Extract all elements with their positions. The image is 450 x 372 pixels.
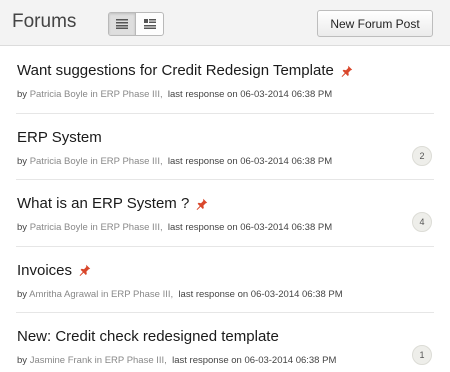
pin-icon bbox=[79, 264, 91, 276]
post-meta: by Amritha Agrawal in ERP Phase III, las… bbox=[17, 288, 343, 300]
forum-post-item[interactable]: ERP System by Patricia Boyle in ERP Phase… bbox=[16, 114, 434, 180]
detail-view-button[interactable] bbox=[136, 13, 163, 35]
post-author[interactable]: Amritha Agrawal bbox=[29, 289, 98, 300]
pin-icon bbox=[196, 198, 208, 210]
post-in: in bbox=[90, 89, 98, 100]
post-project[interactable]: ERP Phase III, bbox=[105, 355, 167, 366]
post-title[interactable]: Invoices bbox=[17, 262, 72, 279]
forum-post-item[interactable]: Invoices by Amritha Agrawal in ERP Phase … bbox=[16, 247, 434, 313]
forum-post-item[interactable]: What is an ERP System ? by Patricia Boyle… bbox=[16, 180, 434, 247]
post-project[interactable]: ERP Phase III, bbox=[100, 156, 162, 167]
post-author[interactable]: Jasmine Frank bbox=[30, 355, 92, 366]
post-title-row[interactable]: ERP System bbox=[17, 129, 102, 146]
detail-view-icon bbox=[143, 19, 156, 29]
new-forum-post-button[interactable]: New Forum Post bbox=[317, 10, 433, 37]
post-author[interactable]: Patricia Boyle bbox=[30, 222, 88, 233]
post-title[interactable]: ERP System bbox=[17, 129, 102, 146]
post-title-row[interactable]: What is an ERP System ? bbox=[17, 195, 208, 212]
post-title-row[interactable]: Want suggestions for Credit Redesign Tem… bbox=[17, 62, 353, 79]
post-last-response: last response on 06-03-2014 06:38 PM bbox=[167, 89, 333, 100]
view-toggle[interactable] bbox=[108, 12, 164, 36]
post-meta: by Jasmine Frank in ERP Phase III, last … bbox=[17, 355, 337, 366]
reply-count-badge: 4 bbox=[412, 212, 432, 232]
post-in: in bbox=[90, 155, 98, 167]
post-last-response: last response on 06-03-2014 06:38 PM bbox=[167, 155, 333, 167]
post-meta: by Patricia Boyle in ERP Phase III, last… bbox=[17, 222, 333, 233]
post-project[interactable]: ERP Phase III, bbox=[100, 89, 162, 100]
post-meta: by Patricia Boyle in ERP Phase III, last… bbox=[17, 155, 333, 167]
post-title[interactable]: New: Credit check redesigned template bbox=[17, 328, 279, 345]
post-title[interactable]: What is an ERP System ? bbox=[17, 195, 189, 212]
forum-post-item[interactable]: Want suggestions for Credit Redesign Tem… bbox=[16, 47, 434, 114]
post-in: in bbox=[100, 288, 109, 300]
post-project[interactable]: ERP Phase III, bbox=[100, 222, 162, 233]
page-title: Forums bbox=[12, 11, 77, 32]
post-in: in bbox=[90, 222, 98, 233]
post-project[interactable]: ERP Phase III, bbox=[111, 289, 173, 300]
reply-count-badge: 2 bbox=[412, 145, 432, 166]
forum-post-item[interactable]: New: Credit check redesigned template by … bbox=[16, 313, 434, 372]
list-view-button[interactable] bbox=[109, 13, 137, 35]
pin-icon bbox=[341, 65, 353, 77]
post-last-response: last response on 06-03-2014 06:38 PM bbox=[172, 355, 337, 366]
post-meta: by Patricia Boyle in ERP Phase III, last… bbox=[17, 89, 333, 100]
list-view-icon bbox=[116, 19, 128, 29]
post-last-response: last response on 06-03-2014 06:38 PM bbox=[178, 288, 343, 300]
reply-count-badge: 1 bbox=[412, 345, 432, 365]
post-in: in bbox=[94, 355, 103, 366]
post-title-row[interactable]: Invoices bbox=[17, 262, 91, 279]
post-title[interactable]: Want suggestions for Credit Redesign Tem… bbox=[17, 62, 334, 79]
post-title-row[interactable]: New: Credit check redesigned template bbox=[17, 328, 279, 345]
post-author[interactable]: Patricia Boyle bbox=[30, 89, 88, 100]
forums-header: Forums New Forum Post bbox=[0, 0, 450, 46]
post-author[interactable]: Patricia Boyle bbox=[30, 156, 88, 167]
post-last-response: last response on 06-03-2014 06:38 PM bbox=[167, 222, 333, 233]
forum-post-list: Want suggestions for Credit Redesign Tem… bbox=[0, 47, 450, 372]
